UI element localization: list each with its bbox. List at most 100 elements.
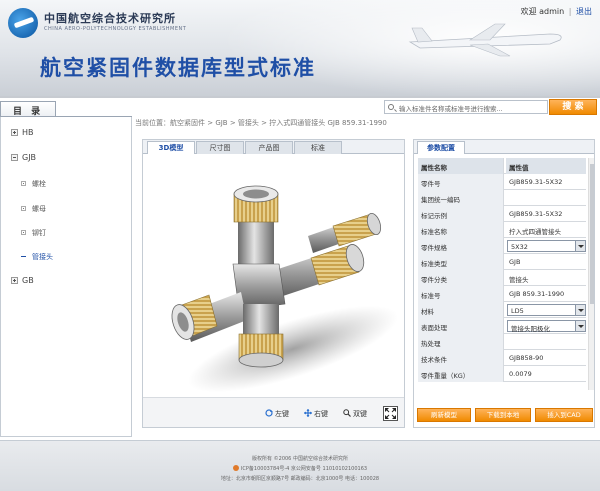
copyright-text: 版权所有 ©2006 中国航空综合技术研究所: [252, 456, 348, 462]
zoom-tool[interactable]: 双键: [343, 409, 367, 419]
tree-leaf-label: 螺母: [32, 205, 46, 213]
param-row: 零件规格 5X32: [418, 238, 586, 254]
rotate-icon: [265, 409, 273, 417]
param-name: 零件规格: [418, 238, 504, 254]
leaf-icon: [21, 181, 26, 186]
params-table: 属性名称 属性值 零件号 GJB859.31-5X32 集团统一编码 标记示例 GJ…: [418, 158, 586, 382]
chevron-down-icon[interactable]: [575, 241, 585, 251]
params-scrollbar[interactable]: [588, 158, 594, 390]
user-bar: 欢迎 admin | 退出: [521, 6, 592, 17]
chevron-down-icon[interactable]: [575, 321, 585, 331]
param-name: 表面处理: [418, 318, 504, 334]
search-icon: [388, 104, 394, 110]
expand-icon[interactable]: [11, 129, 18, 136]
param-row: 标记示例 GJB859.31-5X32: [418, 206, 586, 222]
param-value: GJB 859.31-1990: [509, 290, 565, 298]
param-row: 热处理: [418, 334, 586, 350]
logout-link[interactable]: 退出: [576, 7, 592, 16]
param-value: GJB: [509, 258, 521, 266]
institute-logo-icon[interactable]: [8, 8, 38, 38]
param-row: 零件分类 管接头: [418, 270, 586, 286]
tree-node-label: GJB: [22, 153, 37, 162]
icp-line: ICP备10003784号-4 京公网安备号 11010102100163: [0, 465, 600, 472]
site-footer: 版权所有 ©2006 中国航空综合技术研究所 ICP备10003784号-4 京…: [0, 440, 600, 491]
tab-dimension-drawing[interactable]: 尺寸图: [196, 141, 244, 154]
param-value: 0.0079: [509, 370, 532, 378]
fullscreen-button[interactable]: [383, 406, 398, 421]
param-value: GJB859.31-5X32: [509, 210, 563, 218]
param-name: 标准名称: [418, 222, 504, 238]
param-name: 零件分类: [418, 270, 504, 286]
tree-leaf-bolt[interactable]: 螺栓: [21, 179, 46, 189]
param-row: 材料 LD5: [418, 302, 586, 318]
param-row: 标准类型 GJB: [418, 254, 586, 270]
param-value: [506, 190, 586, 206]
search-placeholder: 输入标准件名称或标准号进行搜索...: [399, 105, 503, 113]
download-local-button[interactable]: 下载到本地: [475, 408, 531, 422]
pan-label: 右键: [314, 410, 328, 418]
expand-icon[interactable]: [11, 277, 18, 284]
rotate-tool[interactable]: 左键: [265, 409, 289, 419]
page-title: 航空紧固件数据库型式标准: [40, 55, 316, 80]
material-select[interactable]: LD5: [507, 304, 586, 316]
param-row: 技术条件 GJB858-90: [418, 350, 586, 366]
param-row: 表面处理 管接头阳极化: [418, 318, 586, 334]
collapse-icon[interactable]: [11, 154, 18, 161]
tree-node-hb[interactable]: HB: [11, 128, 34, 137]
param-row: 零件号 GJB859.31-5X32: [418, 174, 586, 190]
tree-leaf-rivet[interactable]: 铆钉: [21, 228, 46, 238]
site-header: 中国航空综合技术研究所 CHINA AERO-POLYTECHNOLOGY ES…: [0, 0, 600, 98]
param-name: 零件重量（KG）: [418, 366, 504, 382]
column-header-value: 属性值: [506, 158, 586, 174]
zoom-icon: [343, 409, 351, 417]
pan-icon: [304, 409, 312, 417]
surface-treatment-select[interactable]: 管接头阳极化: [507, 320, 586, 333]
tree-leaf-label: 管接头: [32, 253, 53, 261]
param-name: 材料: [418, 302, 504, 318]
tab-params-config[interactable]: 参数配置: [417, 141, 465, 154]
param-row: 标准名称 拧入式四通管接头: [418, 222, 586, 238]
parameter-panel: 参数配置 属性名称 属性值 零件号 GJB859.31-5X32 集团统一编码 标…: [413, 139, 595, 428]
fullscreen-icon: [385, 408, 396, 419]
selected-leaf-icon: [21, 256, 26, 257]
model-viewer: 3D模型 尺寸图 产品图 标准 左键 右键 双键: [142, 139, 405, 428]
refresh-model-button[interactable]: 刷新模型: [417, 408, 471, 422]
tree-node-gjb[interactable]: GJB: [11, 153, 36, 162]
tree-leaf-pipe-joint[interactable]: 管接头: [21, 252, 53, 262]
leaf-icon: [21, 230, 26, 235]
pipe-fitting-model[interactable]: [143, 154, 404, 397]
spec-select[interactable]: 5X32: [507, 240, 586, 252]
chevron-down-icon[interactable]: [575, 305, 585, 315]
breadcrumb: 当前位置：航空紧固件 > GJB > 管接头 > 拧入式四通管接头 GJB 85…: [135, 119, 387, 127]
search-button[interactable]: 搜 索: [549, 99, 597, 115]
params-tabbar: 参数配置: [414, 140, 594, 154]
param-name: 标准号: [418, 286, 504, 302]
viewer-toolbar: 左键 右键 双键: [143, 397, 404, 427]
tree-leaf-label: 螺栓: [32, 180, 46, 188]
tab-3d-model[interactable]: 3D模型: [147, 141, 195, 155]
search-input[interactable]: 输入标准件名称或标准号进行搜索...: [384, 100, 548, 114]
param-value: GJB859.31-5X32: [509, 178, 563, 186]
viewer-tabs: 3D模型 尺寸图 产品图 标准: [143, 140, 404, 155]
param-row: 零件重量（KG） 0.0079: [418, 366, 586, 382]
tree-node-gb[interactable]: GB: [11, 276, 34, 285]
institute-name: 中国航空综合技术研究所: [44, 12, 176, 25]
tab-product-image[interactable]: 产品图: [245, 141, 293, 154]
tab-standard[interactable]: 标准: [294, 141, 342, 154]
police-badge-icon: [232, 465, 239, 471]
institute-subtitle: CHINA AERO-POLYTECHNOLOGY ESTABLISHMENT: [44, 26, 187, 32]
catalog-tab[interactable]: 目 录: [0, 101, 56, 117]
leaf-icon: [21, 206, 26, 211]
insert-cad-button[interactable]: 插入到CAD: [535, 408, 593, 422]
param-name: 技术条件: [418, 350, 504, 366]
icp-text: ICP备10003784号-4 京公网安备号 11010102100163: [240, 466, 368, 472]
separator: |: [568, 7, 572, 16]
pan-tool[interactable]: 右键: [304, 409, 328, 419]
airplane-illustration: [408, 23, 562, 57]
3d-canvas[interactable]: [143, 154, 404, 397]
scrollbar-thumb[interactable]: [590, 164, 594, 304]
param-name: 集团统一编码: [418, 190, 504, 206]
column-header-name: 属性名称: [418, 158, 504, 174]
tree-leaf-nut[interactable]: 螺母: [21, 204, 46, 214]
param-row: 标准号 GJB 859.31-1990: [418, 286, 586, 302]
